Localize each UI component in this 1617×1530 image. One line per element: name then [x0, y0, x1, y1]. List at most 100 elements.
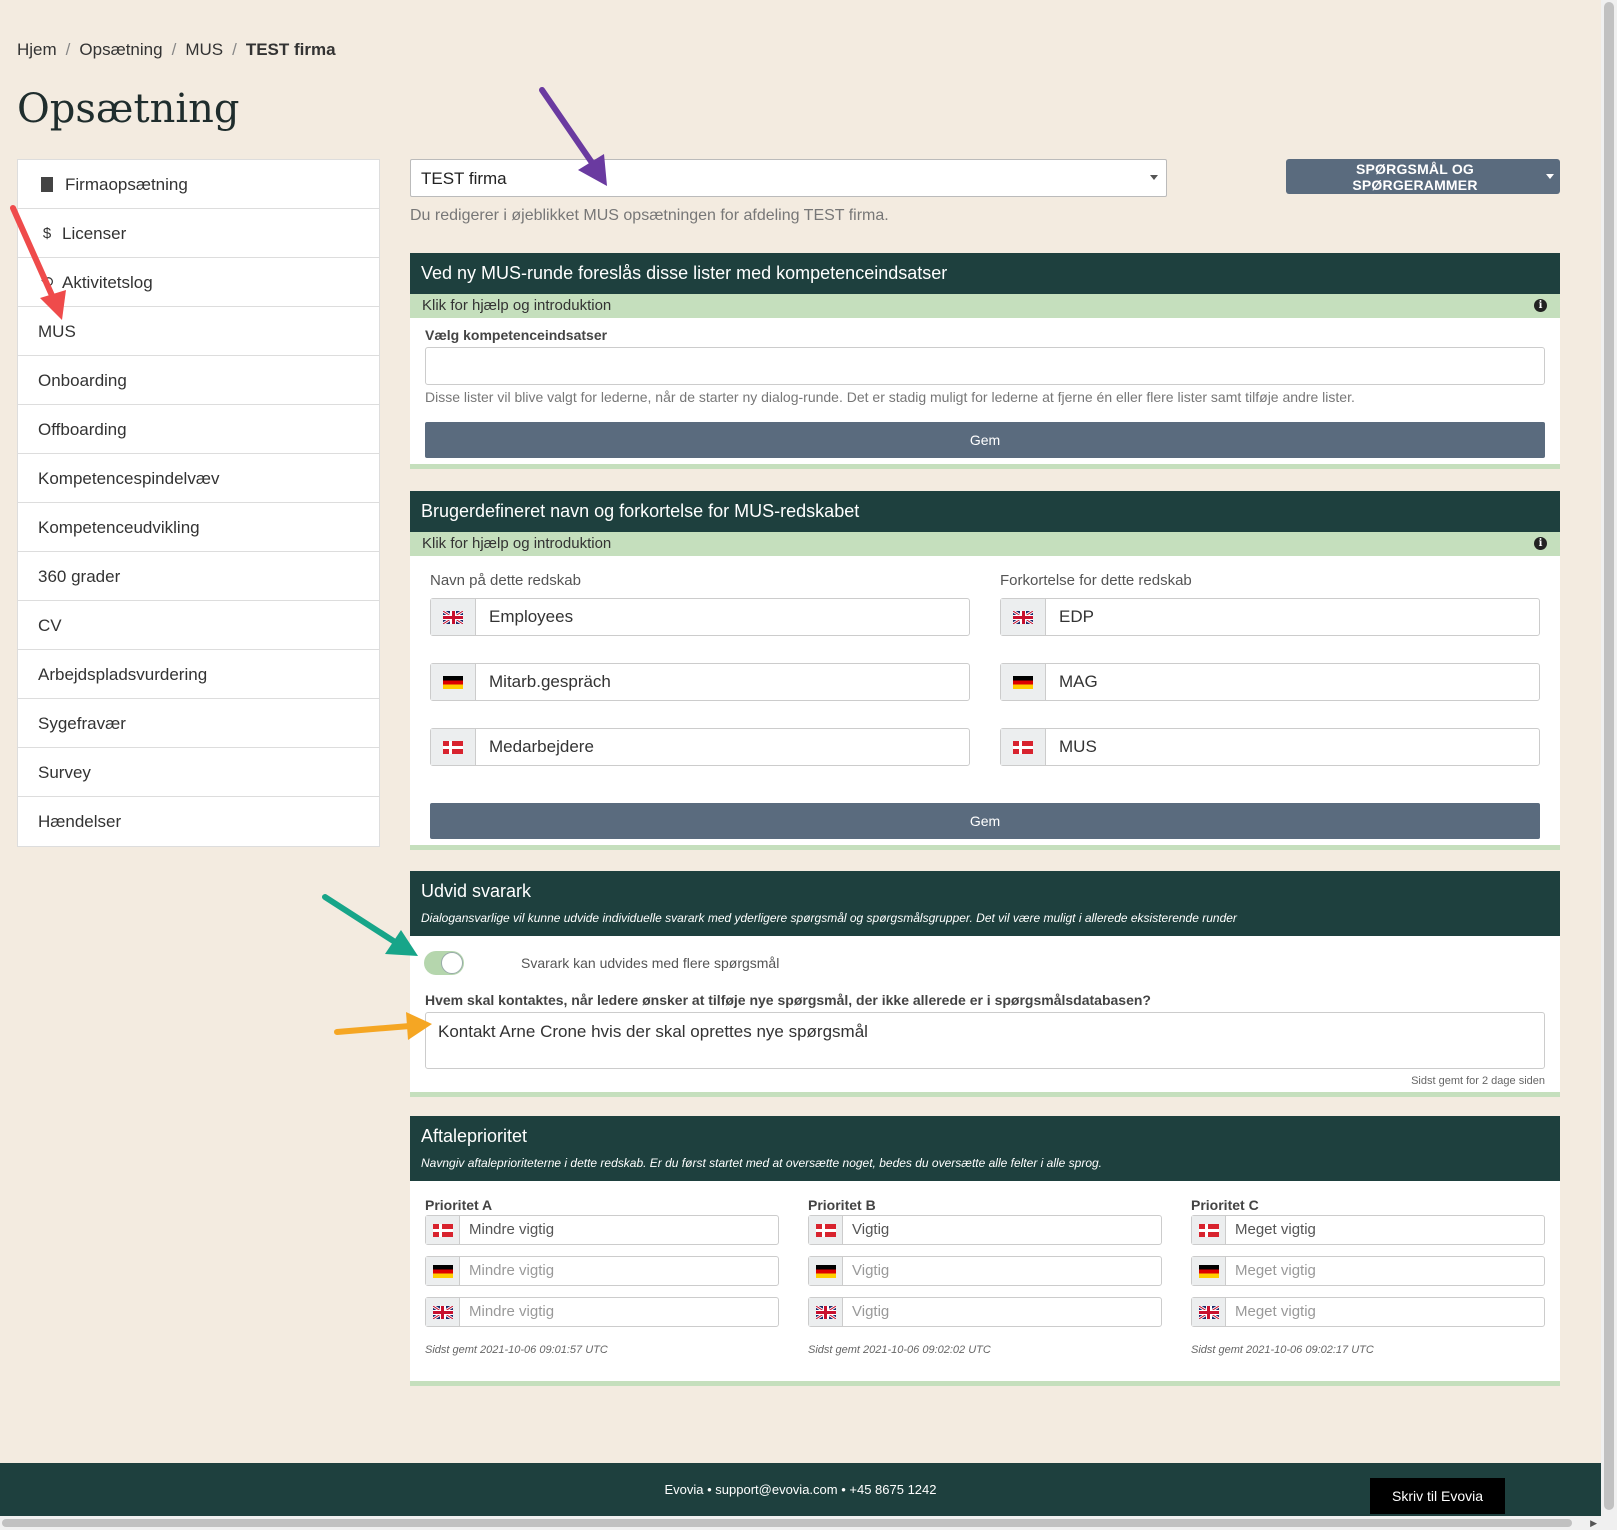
scrollbar-thumb[interactable]	[2, 1519, 1572, 1527]
name-input-de[interactable]: Mitarb.gespräch	[430, 663, 970, 701]
breadcrumb: Hjem / Opsætning / MUS / TEST firma	[17, 40, 336, 60]
caret-down-icon	[1150, 175, 1158, 180]
uk-flag-icon	[809, 1298, 843, 1326]
sidebar-item-kompetenceudvikling[interactable]: Kompetenceudvikling	[18, 503, 379, 552]
name-input-en[interactable]: Employees	[430, 598, 970, 636]
sidebar-item-360-grader[interactable]: 360 grader	[18, 552, 379, 601]
abbr-input-de[interactable]: MAG	[1000, 663, 1540, 701]
abbr-input-en[interactable]: EDP	[1000, 598, 1540, 636]
priority-a-input-de[interactable]: Mindre vigtig	[425, 1256, 779, 1286]
priority-a-label: Prioritet A	[425, 1197, 493, 1213]
de-flag-icon	[1192, 1257, 1226, 1285]
abbr-value-de: MAG	[1059, 672, 1098, 691]
priority-b-value-de: Vigtig	[852, 1262, 890, 1279]
save-button[interactable]: Gem	[425, 422, 1545, 458]
priority-a-value-en: Mindre vigtig	[469, 1303, 555, 1320]
priority-c-input-de[interactable]: Meget vigtig	[1191, 1256, 1545, 1286]
name-input-da[interactable]: Medarbejdere	[430, 728, 970, 766]
priority-a-saved: Sidst gemt 2021-10-06 09:01:57 UTC	[425, 1344, 608, 1356]
sidebar-item-onboarding[interactable]: Onboarding	[18, 356, 379, 405]
sidebar-item-cv[interactable]: CV	[18, 601, 379, 650]
extend-answer-sheet-panel: Udvid svarark Dialogansvarlige vil kunne…	[410, 871, 1560, 1097]
company-select[interactable]: TEST firma	[410, 159, 1167, 197]
priority-c-input-da[interactable]: Meget vigtig	[1191, 1215, 1545, 1245]
sidebar-item-label: 360 grader	[38, 566, 121, 586]
extend-toggle[interactable]	[424, 951, 464, 975]
breadcrumb-home[interactable]: Hjem	[17, 40, 57, 59]
contact-textarea[interactable]: Kontakt Arne Crone hvis der skal oprette…	[425, 1012, 1545, 1069]
sidebar-item-licenser[interactable]: $ Licenser	[18, 209, 379, 258]
sidebar-item-arbejdspladsvurdering[interactable]: Arbejdspladsvurdering	[18, 650, 379, 699]
sidebar-item-mus[interactable]: MUS	[18, 307, 379, 356]
agreement-priority-panel: Aftaleprioritet Navngiv aftaleprioritete…	[410, 1116, 1560, 1386]
priority-a-input-da[interactable]: Mindre vigtig	[425, 1215, 779, 1245]
panel-header: Udvid svarark Dialogansvarlige vil kunne…	[410, 871, 1560, 936]
sidebar-item-haendelser[interactable]: Hændelser	[18, 797, 379, 846]
sidebar-item-label: Survey	[38, 762, 91, 782]
scroll-right-arrow-icon[interactable]: ▶	[1590, 1518, 1597, 1529]
competence-select-input[interactable]	[425, 347, 1545, 385]
sidebar-item-offboarding[interactable]: Offboarding	[18, 405, 379, 454]
sidebar: Firmaopsætning $ Licenser ⟲ Aktivitetslog …	[17, 159, 380, 847]
toggle-label: Svarark kan udvides med flere spørgsmål	[521, 955, 780, 971]
scrollbar-thumb[interactable]	[1604, 2, 1614, 1510]
priority-a-value-da: Mindre vigtig	[469, 1221, 555, 1238]
tool-name-label: Navn på dette redskab	[430, 572, 581, 589]
de-flag-icon	[431, 664, 476, 700]
vertical-scrollbar[interactable]	[1601, 0, 1617, 1530]
panel-header: Aftaleprioritet Navngiv aftaleprioritete…	[410, 1116, 1560, 1181]
toggle-knob	[441, 952, 463, 974]
de-flag-icon	[1001, 664, 1046, 700]
editing-info: Du redigerer i øjeblikket MUS opsætninge…	[410, 207, 889, 224]
save-button[interactable]: Gem	[430, 803, 1540, 839]
priority-b-input-da[interactable]: Vigtig	[808, 1215, 1162, 1245]
sidebar-item-firmaopsaetning[interactable]: Firmaopsætning	[18, 160, 379, 209]
info-icon[interactable]: i	[1534, 537, 1547, 550]
abbr-input-da[interactable]: MUS	[1000, 728, 1540, 766]
help-bar[interactable]: Klik for hjælp og introduktion i	[410, 532, 1560, 556]
questions-button-label: SPØRGSMÅL OG SPØRGERAMMER	[1352, 160, 1478, 193]
saved-timestamp: Sidst gemt for 2 dage siden	[1411, 1075, 1545, 1087]
breadcrumb-separator: /	[171, 40, 177, 59]
info-icon[interactable]: i	[1534, 299, 1547, 312]
dk-flag-icon	[431, 729, 476, 765]
sidebar-item-label: MUS	[38, 321, 76, 341]
footer: Evovia • support@evovia.com • +45 8675 1…	[0, 1463, 1601, 1516]
priority-a-input-en[interactable]: Mindre vigtig	[425, 1297, 779, 1327]
priority-b-saved: Sidst gemt 2021-10-06 09:02:02 UTC	[808, 1344, 991, 1356]
priority-b-input-en[interactable]: Vigtig	[808, 1297, 1162, 1327]
sidebar-item-label: CV	[38, 615, 62, 635]
questions-dropdown-button[interactable]: SPØRGSMÅL OG SPØRGERAMMER	[1286, 159, 1560, 194]
priority-c-input-en[interactable]: Meget vigtig	[1191, 1297, 1545, 1327]
breadcrumb-separator: /	[65, 40, 71, 59]
green-arrow	[322, 894, 418, 956]
breadcrumb-module[interactable]: MUS	[185, 40, 223, 59]
horizontal-scrollbar[interactable]: ▶	[0, 1516, 1601, 1530]
de-flag-icon	[426, 1257, 460, 1285]
sidebar-item-survey[interactable]: Survey	[18, 748, 379, 797]
contact-evovia-button[interactable]: Skriv til Evovia	[1370, 1478, 1505, 1514]
breadcrumb-separator: /	[232, 40, 237, 59]
abbr-value-da: MUS	[1059, 737, 1097, 756]
sidebar-item-kompetencespindelvaev[interactable]: Kompetencespindelvæv	[18, 454, 379, 503]
priority-b-label: Prioritet B	[808, 1197, 876, 1213]
panel-title: Aftaleprioritet	[421, 1126, 528, 1146]
breadcrumb-setup[interactable]: Opsætning	[79, 40, 162, 59]
uk-flag-icon	[1001, 599, 1046, 635]
priority-c-value-da: Meget vigtig	[1235, 1221, 1316, 1238]
footer-contact-info: Evovia • support@evovia.com • +45 8675 1…	[664, 1482, 937, 1497]
sidebar-item-label: Onboarding	[38, 370, 127, 390]
sidebar-item-label: Aktivitetslog	[62, 272, 153, 292]
priority-b-input-de[interactable]: Vigtig	[808, 1256, 1162, 1286]
page-title: Opsætning	[17, 86, 240, 132]
sidebar-item-label: Offboarding	[38, 419, 127, 439]
help-bar-label: Klik for hjælp og introduktion	[422, 297, 612, 314]
priority-c-value-de: Meget vigtig	[1235, 1262, 1316, 1279]
sidebar-item-aktivitetslog[interactable]: ⟲ Aktivitetslog	[18, 258, 379, 307]
panel-subtitle: Navngiv aftaleprioriteterne i dette reds…	[421, 1156, 1103, 1170]
dk-flag-icon	[1001, 729, 1046, 765]
sidebar-item-sygefravaer[interactable]: Sygefravær	[18, 699, 379, 748]
name-value-da: Medarbejdere	[489, 737, 594, 756]
help-bar-label: Klik for hjælp og introduktion	[422, 535, 612, 552]
help-bar[interactable]: Klik for hjælp og introduktion i	[410, 294, 1560, 318]
